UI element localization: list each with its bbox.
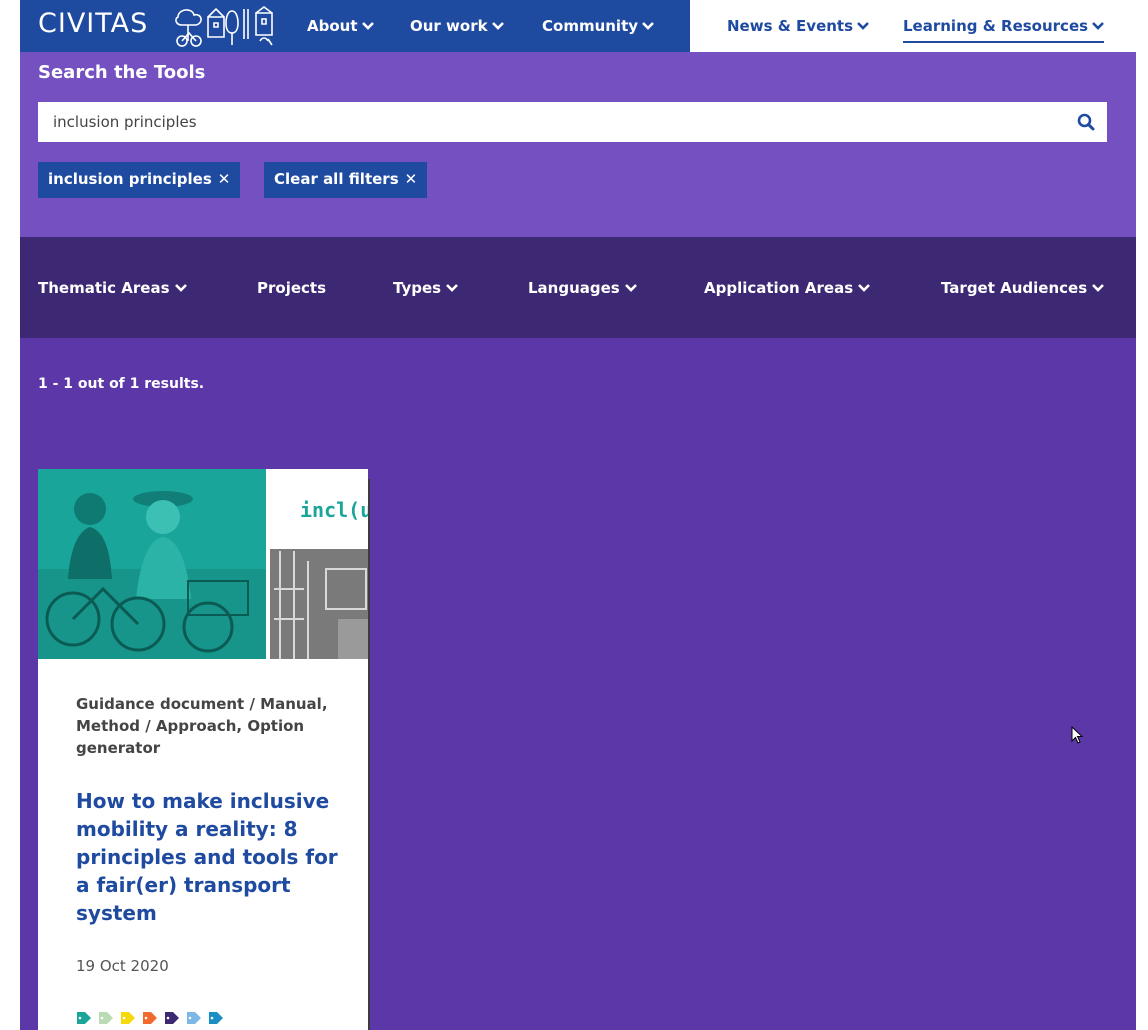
result-count: 1 - 1 out of 1 results. (38, 376, 205, 392)
tag-icon[interactable] (120, 1011, 136, 1025)
close-icon[interactable]: ✕ (218, 170, 231, 188)
chevron-down-icon (174, 279, 187, 297)
clear-all-filters-button[interactable]: Clear all filters ✕ (264, 162, 428, 198)
chevron-down-icon (625, 279, 637, 297)
filter-application-areas[interactable]: Application Areas (704, 279, 871, 297)
tag-icon[interactable] (186, 1011, 202, 1025)
card-meta: Guidance document / Manual, Method / App… (76, 695, 328, 757)
card-tags (76, 1011, 224, 1025)
nav-news-events[interactable]: News & Events (727, 17, 869, 35)
card-date: 19 Oct 2020 (76, 957, 169, 975)
filter-projects[interactable]: Projects (257, 279, 326, 297)
nav-our-work[interactable]: Our work (410, 17, 504, 35)
site-logo-text[interactable]: CIVITAS (38, 8, 148, 39)
tag-icon[interactable] (164, 1011, 180, 1025)
logo-illustration-icon[interactable] (172, 3, 284, 49)
search-input[interactable] (38, 102, 1058, 142)
brand-nav-bar: CIVITAS About Our work Community (20, 0, 690, 52)
search-icon[interactable] (1077, 113, 1095, 135)
nav-community[interactable]: Community (542, 17, 654, 35)
mouse-pointer-icon (1071, 726, 1084, 744)
search-panel: Search the Tools inclusion principles✕ C… (20, 52, 1136, 237)
filter-types[interactable]: Types (393, 279, 459, 297)
filter-languages[interactable]: Languages (528, 279, 637, 297)
chevron-down-icon (1092, 279, 1105, 297)
search-title: Search the Tools (38, 62, 206, 83)
filter-target-audiences[interactable]: Target Audiences (941, 279, 1105, 297)
chevron-down-icon (642, 17, 654, 35)
chevron-down-icon (857, 17, 869, 35)
tag-icon[interactable] (98, 1011, 114, 1025)
card-title[interactable]: How to make inclusive mobility a reality… (76, 787, 338, 927)
card-thumbnail[interactable]: incl(us (38, 469, 368, 659)
chevron-down-icon (446, 279, 459, 297)
nav-about[interactable]: About (307, 17, 374, 35)
chevron-down-icon (361, 17, 374, 35)
chevron-down-icon (1092, 17, 1104, 35)
chevron-down-icon (491, 17, 504, 35)
close-icon[interactable]: ✕ (405, 170, 418, 188)
search-box[interactable] (38, 102, 1107, 142)
nav-learning-resources[interactable]: Learning & Resources (903, 17, 1105, 43)
tag-icon[interactable] (76, 1011, 92, 1025)
filter-bar: Thematic Areas Projects Types Languages … (20, 237, 1136, 338)
results-area: 1 - 1 out of 1 results. incl(u Guidance … (20, 338, 1136, 1030)
filter-thematic-areas[interactable]: Thematic Areas (38, 279, 187, 297)
thumbnail-logo-text: incl(us (300, 498, 368, 522)
chevron-down-icon (858, 279, 871, 297)
filter-chip-inclusion-principles[interactable]: inclusion principles ✕ (38, 162, 241, 198)
top-navigation: CIVITAS About Our work Community News & … (20, 0, 1136, 52)
tag-icon[interactable] (142, 1011, 158, 1025)
tag-icon[interactable] (208, 1011, 224, 1025)
result-card[interactable]: incl(us Guidance document / Manual, Meth… (38, 469, 368, 1030)
